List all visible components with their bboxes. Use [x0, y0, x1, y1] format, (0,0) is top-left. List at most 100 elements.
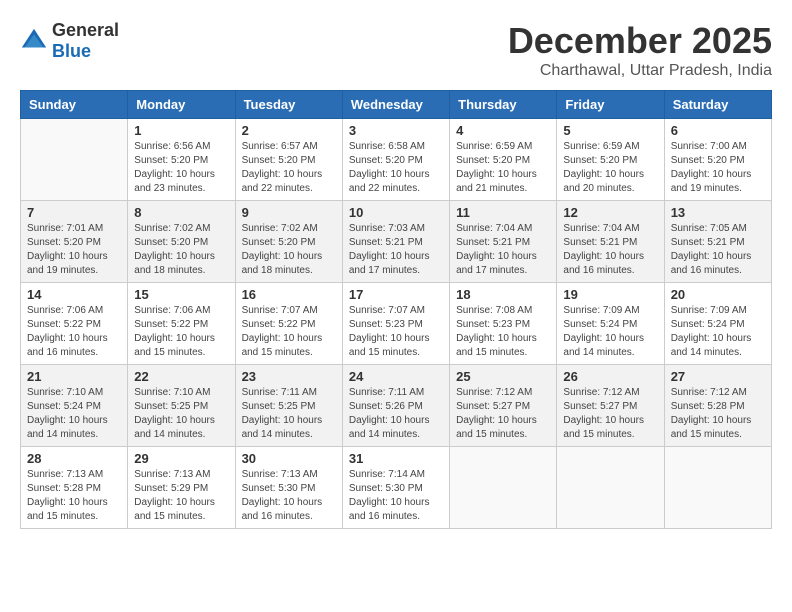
- calendar-cell: 3Sunrise: 6:58 AMSunset: 5:20 PMDaylight…: [342, 119, 449, 201]
- day-number: 28: [27, 451, 121, 466]
- calendar-cell: 22Sunrise: 7:10 AMSunset: 5:25 PMDayligh…: [128, 365, 235, 447]
- calendar-cell: [450, 447, 557, 529]
- day-number: 18: [456, 287, 550, 302]
- col-header-sunday: Sunday: [21, 91, 128, 119]
- day-number: 2: [242, 123, 336, 138]
- calendar-cell: 9 Sunrise: 7:02 AMSunset: 5:20 PMDaylight…: [235, 201, 342, 283]
- day-number: 19: [563, 287, 657, 302]
- logo-blue: Blue: [52, 41, 91, 61]
- day-number: 25: [456, 369, 550, 384]
- calendar-cell: 10Sunrise: 7:03 AMSunset: 5:21 PMDayligh…: [342, 201, 449, 283]
- calendar-cell: 31 Sunrise: 7:14 AMSunset: 5:30 PMDayligh…: [342, 447, 449, 529]
- day-info: Sunrise: 7:09 AMSunset: 5:24 PMDaylight:…: [563, 304, 657, 360]
- day-number: 16: [242, 287, 336, 302]
- calendar-cell: 24 Sunrise: 7:11 AMSunset: 5:26 PMDayligh…: [342, 365, 449, 447]
- calendar-week-row: 28 Sunrise: 7:13 AMSunset: 5:28 PMDayligh…: [21, 447, 772, 529]
- day-number: 1: [134, 123, 228, 138]
- calendar-cell: 18 Sunrise: 7:08 AMSunset: 5:23 PMDayligh…: [450, 283, 557, 365]
- calendar-cell: 28 Sunrise: 7:13 AMSunset: 5:28 PMDayligh…: [21, 447, 128, 529]
- day-info: Sunrise: 7:07 AMSunset: 5:22 PMDaylight:…: [242, 304, 336, 360]
- calendar-cell: 13 Sunrise: 7:05 AMSunset: 5:21 PMDayligh…: [664, 201, 771, 283]
- day-info: Sunrise: 7:13 AMSunset: 5:28 PMDaylight:…: [27, 468, 121, 524]
- day-number: 9: [242, 205, 336, 220]
- calendar-header-row: SundayMondayTuesdayWednesdayThursdayFrid…: [21, 91, 772, 119]
- day-info: Sunrise: 7:10 AMSunset: 5:24 PMDaylight:…: [27, 386, 121, 442]
- day-info: Sunrise: 7:05 AMSunset: 5:21 PMDaylight:…: [671, 222, 765, 278]
- calendar-cell: 4 Sunrise: 6:59 AMSunset: 5:20 PMDaylight…: [450, 119, 557, 201]
- logo-general: General: [52, 20, 119, 40]
- calendar-table: SundayMondayTuesdayWednesdayThursdayFrid…: [20, 90, 772, 529]
- calendar-week-row: 7 Sunrise: 7:01 AMSunset: 5:20 PMDaylight…: [21, 201, 772, 283]
- day-number: 24: [349, 369, 443, 384]
- calendar-cell: 27 Sunrise: 7:12 AMSunset: 5:28 PMDayligh…: [664, 365, 771, 447]
- day-number: 13: [671, 205, 765, 220]
- day-number: 30: [242, 451, 336, 466]
- col-header-wednesday: Wednesday: [342, 91, 449, 119]
- calendar-cell: 1 Sunrise: 6:56 AMSunset: 5:20 PMDaylight…: [128, 119, 235, 201]
- day-number: 20: [671, 287, 765, 302]
- day-number: 14: [27, 287, 121, 302]
- logo: General Blue: [20, 20, 119, 62]
- day-info: Sunrise: 7:06 AMSunset: 5:22 PMDaylight:…: [134, 304, 228, 360]
- day-info: Sunrise: 7:04 AMSunset: 5:21 PMDaylight:…: [563, 222, 657, 278]
- day-number: 15: [134, 287, 228, 302]
- day-info: Sunrise: 6:59 AMSunset: 5:20 PMDaylight:…: [456, 140, 550, 196]
- calendar-cell: [21, 119, 128, 201]
- day-info: Sunrise: 7:11 AMSunset: 5:26 PMDaylight:…: [349, 386, 443, 442]
- calendar-cell: 25 Sunrise: 7:12 AMSunset: 5:27 PMDayligh…: [450, 365, 557, 447]
- day-info: Sunrise: 6:56 AMSunset: 5:20 PMDaylight:…: [134, 140, 228, 196]
- calendar-cell: 14Sunrise: 7:06 AMSunset: 5:22 PMDayligh…: [21, 283, 128, 365]
- day-info: Sunrise: 6:59 AMSunset: 5:20 PMDaylight:…: [563, 140, 657, 196]
- day-info: Sunrise: 7:14 AMSunset: 5:30 PMDaylight:…: [349, 468, 443, 524]
- day-number: 12: [563, 205, 657, 220]
- day-number: 6: [671, 123, 765, 138]
- day-info: Sunrise: 7:13 AMSunset: 5:30 PMDaylight:…: [242, 468, 336, 524]
- day-number: 17: [349, 287, 443, 302]
- day-number: 27: [671, 369, 765, 384]
- calendar-week-row: 1 Sunrise: 6:56 AMSunset: 5:20 PMDaylight…: [21, 119, 772, 201]
- day-number: 29: [134, 451, 228, 466]
- day-info: Sunrise: 7:02 AMSunset: 5:20 PMDaylight:…: [242, 222, 336, 278]
- day-info: Sunrise: 7:08 AMSunset: 5:23 PMDaylight:…: [456, 304, 550, 360]
- calendar-week-row: 21 Sunrise: 7:10 AMSunset: 5:24 PMDayligh…: [21, 365, 772, 447]
- calendar-cell: 20Sunrise: 7:09 AMSunset: 5:24 PMDayligh…: [664, 283, 771, 365]
- calendar-cell: 29 Sunrise: 7:13 AMSunset: 5:29 PMDayligh…: [128, 447, 235, 529]
- col-header-monday: Monday: [128, 91, 235, 119]
- col-header-tuesday: Tuesday: [235, 91, 342, 119]
- calendar-cell: [557, 447, 664, 529]
- day-number: 31: [349, 451, 443, 466]
- day-number: 4: [456, 123, 550, 138]
- calendar-week-row: 14 Sunrise: 7:06 AMSunset: 5:22 PMDayligh…: [21, 283, 772, 365]
- day-number: 21: [27, 369, 121, 384]
- day-info: Sunrise: 7:01 AMSunset: 5:20 PMDaylight:…: [27, 222, 121, 278]
- day-info: Sunrise: 6:57 AMSunset: 5:20 PMDaylight:…: [242, 140, 336, 196]
- calendar-cell: 6 Sunrise: 7:00 AMSunset: 5:20 PMDaylight…: [664, 119, 771, 201]
- day-number: 11: [456, 205, 550, 220]
- col-header-saturday: Saturday: [664, 91, 771, 119]
- day-number: 22: [134, 369, 228, 384]
- col-header-thursday: Thursday: [450, 91, 557, 119]
- calendar-cell: [664, 447, 771, 529]
- calendar-cell: 5Sunrise: 6:59 AMSunset: 5:20 PMDaylight…: [557, 119, 664, 201]
- calendar-cell: 2 Sunrise: 6:57 AMSunset: 5:20 PMDaylight…: [235, 119, 342, 201]
- calendar-cell: 15 Sunrise: 7:06 AMSunset: 5:22 PMDayligh…: [128, 283, 235, 365]
- calendar-cell: 8Sunrise: 7:02 AMSunset: 5:20 PMDaylight…: [128, 201, 235, 283]
- calendar-cell: 21 Sunrise: 7:10 AMSunset: 5:24 PMDayligh…: [21, 365, 128, 447]
- calendar-cell: 12 Sunrise: 7:04 AMSunset: 5:21 PMDayligh…: [557, 201, 664, 283]
- page-header: General Blue December 2025 Charthawal, U…: [20, 20, 772, 80]
- day-number: 7: [27, 205, 121, 220]
- calendar-cell: 19 Sunrise: 7:09 AMSunset: 5:24 PMDayligh…: [557, 283, 664, 365]
- day-info: Sunrise: 6:58 AMSunset: 5:20 PMDaylight:…: [349, 140, 443, 196]
- day-info: Sunrise: 7:13 AMSunset: 5:29 PMDaylight:…: [134, 468, 228, 524]
- day-info: Sunrise: 7:00 AMSunset: 5:20 PMDaylight:…: [671, 140, 765, 196]
- day-info: Sunrise: 7:04 AMSunset: 5:21 PMDaylight:…: [456, 222, 550, 278]
- title-area: December 2025 Charthawal, Uttar Pradesh,…: [508, 20, 772, 80]
- day-number: 8: [134, 205, 228, 220]
- day-info: Sunrise: 7:12 AMSunset: 5:27 PMDaylight:…: [456, 386, 550, 442]
- calendar-cell: 17Sunrise: 7:07 AMSunset: 5:23 PMDayligh…: [342, 283, 449, 365]
- calendar-cell: 26Sunrise: 7:12 AMSunset: 5:27 PMDayligh…: [557, 365, 664, 447]
- calendar-cell: 11 Sunrise: 7:04 AMSunset: 5:21 PMDayligh…: [450, 201, 557, 283]
- day-info: Sunrise: 7:12 AMSunset: 5:28 PMDaylight:…: [671, 386, 765, 442]
- location-title: Charthawal, Uttar Pradesh, India: [508, 62, 772, 80]
- day-info: Sunrise: 7:03 AMSunset: 5:21 PMDaylight:…: [349, 222, 443, 278]
